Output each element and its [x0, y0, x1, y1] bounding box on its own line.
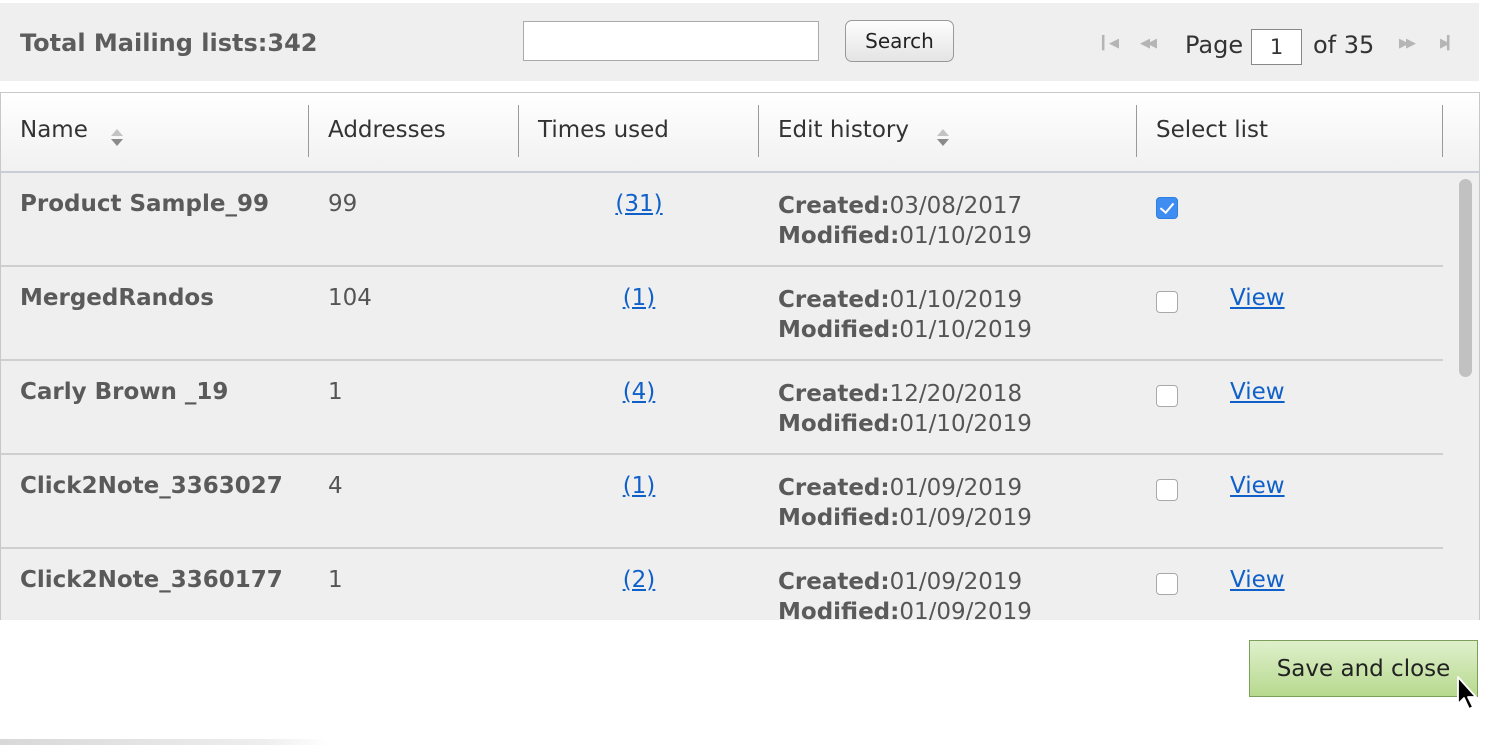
column-header-times-used: Times used	[538, 117, 669, 143]
column-divider[interactable]	[1442, 105, 1443, 157]
table-row: Click2Note_3360177 1 (2) Created:01/09/2…	[1, 549, 1443, 620]
created-date: 01/10/2019	[889, 287, 1023, 313]
next-page-icon[interactable]: ▶▶	[1399, 36, 1416, 51]
address-count: 99	[328, 191, 358, 217]
save-and-close-button[interactable]: Save and close	[1249, 640, 1478, 697]
column-header-name[interactable]: Name	[20, 93, 88, 171]
select-list-checkbox[interactable]	[1156, 385, 1178, 407]
list-name: Click2Note_3363027	[20, 473, 283, 499]
view-link[interactable]: View	[1230, 567, 1285, 593]
created-label: Created:	[778, 193, 890, 219]
column-header-select-list: Select list	[1156, 117, 1269, 143]
created-date: 03/08/2017	[889, 193, 1023, 219]
search-input[interactable]	[523, 21, 819, 61]
modified-date: 01/09/2019	[899, 505, 1032, 531]
times-used-link[interactable]: (4)	[519, 379, 759, 405]
times-used-link[interactable]: (1)	[519, 285, 759, 311]
total-mailing-lists-label: Total Mailing lists:342	[20, 29, 318, 57]
page-count-label: of 35	[1313, 31, 1375, 59]
list-name: Click2Note_3360177	[20, 567, 283, 593]
table-row: Product Sample_99 99 (31) Created:03/08/…	[1, 173, 1443, 267]
list-name: MergedRandos	[20, 285, 214, 311]
bottom-edge-shadow	[0, 739, 330, 745]
address-count: 104	[328, 285, 372, 311]
column-divider[interactable]	[758, 105, 759, 157]
modified-date: 01/09/2019	[899, 599, 1032, 620]
modified-label: Modified:	[778, 317, 900, 343]
table-row: MergedRandos 104 (1) Created:01/10/2019 …	[1, 267, 1443, 361]
modified-date: 01/10/2019	[899, 411, 1032, 437]
modified-label: Modified:	[778, 223, 900, 249]
created-label: Created:	[778, 475, 890, 501]
created-date: 01/09/2019	[889, 475, 1023, 501]
column-divider[interactable]	[518, 105, 519, 157]
table-header: Name Addresses Times used Edit history S…	[1, 93, 1479, 173]
table-row: Click2Note_3363027 4 (1) Created:01/09/2…	[1, 455, 1443, 549]
select-list-checkbox[interactable]	[1156, 573, 1178, 595]
toolbar: Total Mailing lists:342 Search ▎◀ ◀◀ Pag…	[0, 3, 1479, 81]
column-header-label: Edit history	[778, 117, 909, 143]
prev-page-icon[interactable]: ◀◀	[1140, 36, 1157, 51]
page-label: Page	[1185, 31, 1244, 59]
created-date: 12/20/2018	[889, 381, 1023, 407]
select-list-checkbox[interactable]	[1156, 197, 1178, 219]
times-used-link[interactable]: (2)	[519, 567, 759, 593]
address-count: 1	[328, 379, 343, 405]
edit-history: Created:01/09/2019 Modified:01/09/2019	[778, 567, 1032, 620]
times-used-link[interactable]: (1)	[519, 473, 759, 499]
modified-date: 01/10/2019	[899, 223, 1032, 249]
created-date: 01/09/2019	[889, 569, 1023, 595]
list-name: Carly Brown _19	[20, 379, 229, 405]
sort-icon[interactable]	[110, 129, 123, 147]
created-label: Created:	[778, 381, 890, 407]
list-name: Product Sample_99	[20, 191, 269, 217]
edit-history: Created:01/10/2019 Modified:01/10/2019	[778, 285, 1032, 345]
first-page-icon[interactable]: ▎◀	[1102, 36, 1119, 51]
modified-date: 01/10/2019	[899, 317, 1032, 343]
edit-history: Created:01/09/2019 Modified:01/09/2019	[778, 473, 1032, 533]
edit-history: Created:12/20/2018 Modified:01/10/2019	[778, 379, 1032, 439]
modified-label: Modified:	[778, 505, 900, 531]
view-link[interactable]: View	[1230, 285, 1285, 311]
sort-icon[interactable]	[936, 129, 949, 147]
select-list-checkbox[interactable]	[1156, 291, 1178, 313]
times-used-link[interactable]: (31)	[519, 191, 759, 217]
edit-history: Created:03/08/2017 Modified:01/10/2019	[778, 191, 1032, 251]
mailing-lists-table: Name Addresses Times used Edit history S…	[0, 92, 1480, 620]
table-row: Carly Brown _19 1 (4) Created:12/20/2018…	[1, 361, 1443, 455]
address-count: 4	[328, 473, 343, 499]
modified-label: Modified:	[778, 599, 900, 620]
select-list-checkbox[interactable]	[1156, 479, 1178, 501]
created-label: Created:	[778, 287, 890, 313]
last-page-icon[interactable]: ▶▎	[1440, 36, 1457, 51]
mouse-cursor-icon	[1457, 676, 1477, 710]
column-header-label: Name	[20, 117, 88, 143]
scrollbar-thumb[interactable]	[1459, 179, 1472, 377]
page-number-input[interactable]	[1251, 29, 1302, 65]
modified-label: Modified:	[778, 411, 900, 437]
created-label: Created:	[778, 569, 890, 595]
column-header-addresses: Addresses	[328, 117, 446, 143]
search-button[interactable]: Search	[845, 20, 954, 62]
table-scrollbar[interactable]	[1457, 175, 1475, 620]
column-header-edit-history[interactable]: Edit history	[778, 93, 909, 171]
view-link[interactable]: View	[1230, 379, 1285, 405]
column-divider[interactable]	[1136, 105, 1137, 157]
column-divider[interactable]	[308, 105, 309, 157]
address-count: 1	[328, 567, 343, 593]
view-link[interactable]: View	[1230, 473, 1285, 499]
